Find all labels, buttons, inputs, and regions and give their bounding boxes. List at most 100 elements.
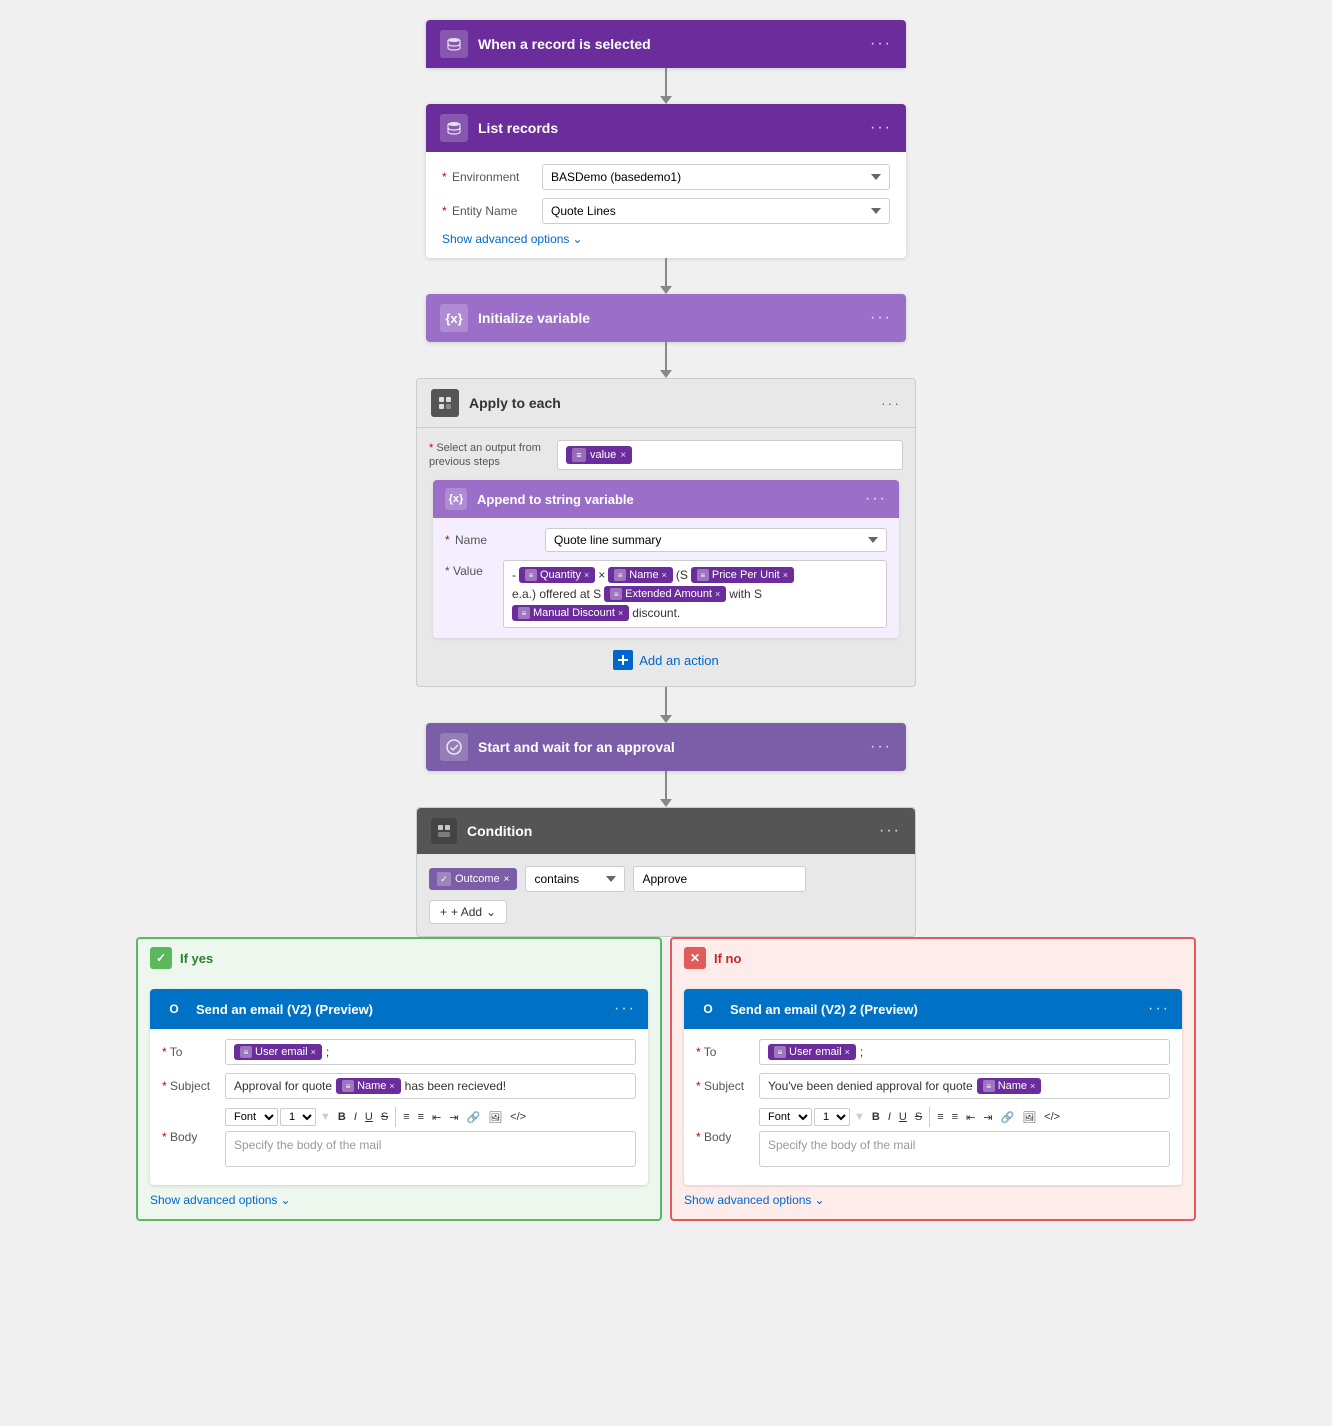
start-approval-menu[interactable]: ··· — [870, 738, 892, 756]
indent-right-btn-no[interactable]: ⇥ — [980, 1110, 995, 1125]
underline-btn-no[interactable]: U — [896, 1110, 910, 1124]
strikethrough-btn-no[interactable]: S — [912, 1110, 925, 1124]
name-label: * Name — [445, 533, 535, 547]
entity-name-row: * Entity Name Quote Lines — [442, 198, 890, 224]
size-select-no[interactable]: 12 — [814, 1108, 850, 1126]
indent-right-btn-yes[interactable]: ⇥ — [446, 1110, 461, 1125]
bullet-btn-no[interactable]: ≡ — [934, 1110, 946, 1124]
image-btn-yes[interactable]: 🖼 — [485, 1110, 505, 1125]
if-yes-panel: ✓ If yes O Send an email (V2) (Preview) … — [136, 937, 662, 1221]
plus-icon: + — [440, 905, 447, 919]
condition-operator[interactable]: contains — [525, 866, 625, 892]
apply-each-card: Apply to each ··· * Select an output fro… — [416, 378, 916, 687]
email-yes-body: * To ≡ User email × ; * Su — [150, 1029, 648, 1185]
code-btn-no[interactable]: </> — [1041, 1110, 1063, 1124]
email-no-to-field[interactable]: ≡ User email × ; — [759, 1039, 1170, 1065]
when-record-menu[interactable]: ··· — [870, 35, 892, 53]
email-no-body-label: * Body — [696, 1130, 751, 1144]
name-row: * Name Quote line summary — [445, 528, 887, 552]
if-no-panel: ✕ If no O Send an email (V2) 2 (Preview)… — [670, 937, 1196, 1221]
condition-row: ✓ Outcome × contains — [429, 866, 903, 892]
email-no-to-label: * To — [696, 1045, 751, 1059]
subject-name-tag: ≡ Name × — [336, 1078, 401, 1094]
italic-btn-yes[interactable]: I — [351, 1110, 360, 1124]
indent-left-btn-no[interactable]: ⇤ — [963, 1110, 978, 1125]
name-tag: ≡ Name × — [608, 567, 673, 583]
email-yes-subject-field[interactable]: Approval for quote ≡ Name × has been rec… — [225, 1073, 636, 1099]
condition-header: Condition ··· — [417, 808, 915, 854]
environment-row: * Environment BASDemo (basedemo1) — [442, 164, 890, 190]
braces-icon: {x} — [440, 304, 468, 332]
link-btn-no[interactable]: 🔗 — [997, 1110, 1017, 1125]
size-select-yes[interactable]: 12 — [280, 1108, 316, 1126]
email-no-toolbar: Font 12 ▼ B I U S — [759, 1107, 1170, 1127]
entity-select[interactable]: Quote Lines — [542, 198, 890, 224]
email-no-header: O Send an email (V2) 2 (Preview) ··· — [684, 989, 1182, 1029]
italic-btn-no[interactable]: I — [885, 1110, 894, 1124]
email-no-to-row: * To ≡ User email × ; — [696, 1039, 1170, 1065]
email-no-menu[interactable]: ··· — [1148, 1000, 1170, 1018]
init-variable-menu[interactable]: ··· — [870, 309, 892, 327]
select-output-row: * Select an output fromprevious steps ≡ … — [429, 440, 903, 470]
num-btn-yes[interactable]: ≡ — [415, 1110, 427, 1124]
user-email-tag: ≡ User email × — [234, 1044, 322, 1060]
bold-btn-no[interactable]: B — [869, 1110, 883, 1124]
outcome-icon: ✓ — [437, 872, 451, 886]
list-records-icon — [440, 114, 468, 142]
value-tag-close[interactable]: × — [620, 450, 626, 461]
bullet-btn-yes[interactable]: ≡ — [400, 1110, 412, 1124]
underline-btn-yes[interactable]: U — [362, 1110, 376, 1124]
code-btn-yes[interactable]: </> — [507, 1110, 529, 1124]
bold-btn-yes[interactable]: B — [335, 1110, 349, 1124]
email-yes-menu[interactable]: ··· — [614, 1000, 636, 1018]
condition-value[interactable] — [633, 866, 806, 892]
indent-left-btn-yes[interactable]: ⇤ — [429, 1110, 444, 1125]
manual-discount-tag: ≡ Manual Discount × — [512, 605, 629, 621]
font-select-no[interactable]: Font — [759, 1108, 812, 1126]
value-content[interactable]: - ≡ Quantity × × ≡ Name × — [503, 560, 887, 628]
email-yes-to-field[interactable]: ≡ User email × ; — [225, 1039, 636, 1065]
font-select-yes[interactable]: Font — [225, 1108, 278, 1126]
email-no-subject-field[interactable]: You've been denied approval for quote ≡ … — [759, 1073, 1170, 1099]
email-yes-body-text[interactable]: Specify the body of the mail — [225, 1131, 636, 1167]
append-string-menu[interactable]: ··· — [865, 490, 887, 508]
list-records-header: List records ··· — [426, 104, 906, 152]
o365-yes-icon: O — [162, 997, 186, 1021]
email-yes-to-row: * To ≡ User email × ; — [162, 1039, 636, 1065]
link-btn-yes[interactable]: 🔗 — [463, 1110, 483, 1125]
append-string-card: {x} Append to string variable ··· * Name… — [433, 480, 899, 638]
quantity-tag: ≡ Quantity × — [519, 567, 595, 583]
email-no-body-text[interactable]: Specify the body of the mail — [759, 1131, 1170, 1167]
if-no-body: O Send an email (V2) 2 (Preview) ··· * T… — [672, 977, 1194, 1219]
if-yes-header: ✓ If yes — [138, 939, 660, 977]
outcome-tag-close[interactable]: × — [504, 874, 510, 885]
init-variable-title: Initialize variable — [478, 310, 590, 326]
condition-title: Condition — [467, 823, 532, 839]
append-string-title: Append to string variable — [477, 492, 634, 507]
environment-select[interactable]: BASDemo (basedemo1) — [542, 164, 890, 190]
apply-each-menu[interactable]: ··· — [881, 395, 901, 411]
user-email-tag-no: ≡ User email × — [768, 1044, 856, 1060]
email-no-subject-label: * Subject — [696, 1079, 751, 1093]
num-btn-no[interactable]: ≡ — [949, 1110, 961, 1124]
email-yes-title: Send an email (V2) (Preview) — [196, 1002, 373, 1017]
condition-body: ✓ Outcome × contains + + Add ⌄ — [417, 854, 915, 936]
select-output-field[interactable]: ≡ value × — [557, 440, 903, 470]
database-icon — [440, 30, 468, 58]
list-records-menu[interactable]: ··· — [870, 119, 892, 137]
add-action-button[interactable]: Add an action — [429, 650, 903, 670]
when-record-card: When a record is selected ··· — [426, 20, 906, 68]
append-string-header: {x} Append to string variable ··· — [433, 480, 899, 518]
email-yes-card: O Send an email (V2) (Preview) ··· * To … — [150, 989, 648, 1185]
no-icon: ✕ — [684, 947, 706, 969]
show-advanced-no[interactable]: Show advanced options ⌄ — [684, 1193, 1182, 1207]
value-tag: ≡ value × — [566, 446, 632, 464]
show-advanced-yes[interactable]: Show advanced options ⌄ — [150, 1193, 648, 1207]
show-advanced-link[interactable]: Show advanced options ⌄ — [442, 232, 890, 246]
strikethrough-btn-yes[interactable]: S — [378, 1110, 391, 1124]
add-condition-button[interactable]: + + Add ⌄ — [429, 900, 507, 924]
name-select[interactable]: Quote line summary — [545, 528, 887, 552]
image-btn-no[interactable]: 🖼 — [1019, 1110, 1039, 1125]
select-output-label: * Select an output fromprevious steps — [429, 441, 549, 470]
condition-menu[interactable]: ··· — [879, 822, 901, 840]
